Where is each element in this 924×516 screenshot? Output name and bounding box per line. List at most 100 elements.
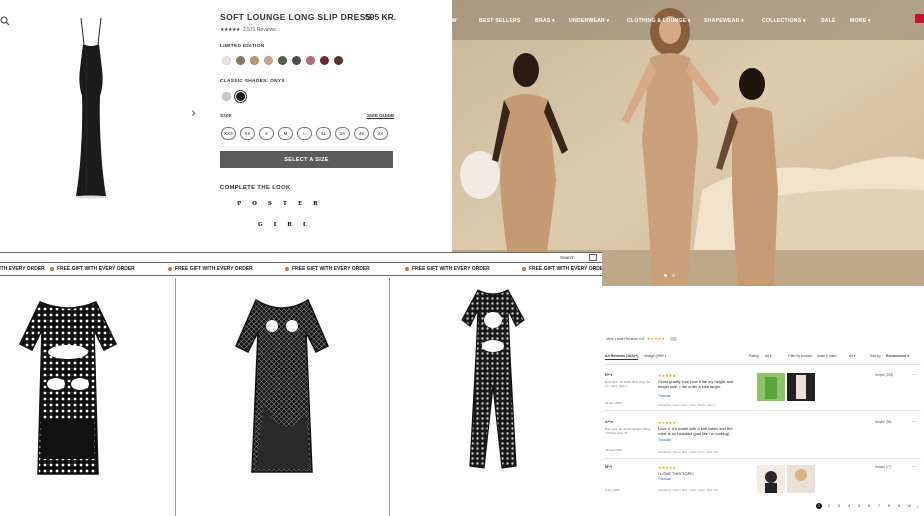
color-swatch[interactable] — [234, 90, 247, 103]
filter-product-select[interactable]: loose ▾ rated — [817, 354, 836, 358]
nav-item[interactable]: NEW — [452, 18, 457, 24]
complete-the-look-heading: COMPLETE THE LOOK — [220, 185, 291, 191]
more-options-icon[interactable]: ··· — [912, 372, 917, 378]
review-photo-thumbnail[interactable] — [787, 373, 815, 401]
helpful-button[interactable]: Helpful (56) — [875, 420, 891, 424]
select-size-button[interactable]: SELECT A SIZE — [220, 151, 393, 168]
promo-text: FREE GIFT WITH EVERY ORDER — [529, 266, 602, 272]
tab-image-reviews[interactable]: Image (999+) — [644, 354, 665, 360]
size-option[interactable]: XL — [316, 127, 331, 140]
hero-banner: NEW BEST SELLERS BRAS ▾ UNDERWEAR ▾ CLOTHING… — [452, 0, 924, 286]
product-card-image-lace-mini-dress[interactable] — [18, 294, 118, 476]
nav-item[interactable]: MORE ▾ — [850, 18, 871, 24]
review-photo-thumbnail[interactable] — [787, 465, 815, 493]
header-stars-icon: ★★★★★ — [646, 336, 665, 341]
nav-item[interactable]: SALE — [821, 18, 836, 24]
review-item: M**l 4 Jun 2022 ★★★★★ I LOVE THIS TOP!!!… — [605, 464, 923, 508]
page-number[interactable]: 7 — [876, 504, 882, 508]
color-swatch[interactable] — [306, 56, 315, 65]
color-swatch[interactable] — [334, 56, 343, 65]
local-reviews-toggle[interactable] — [669, 336, 677, 341]
page-number[interactable]: 4 — [846, 504, 852, 508]
color-swatch[interactable] — [250, 56, 259, 65]
product-detail-panel: › SOFT LOUNGE LONG SLIP DRESS 595 KR. ★★… — [0, 0, 452, 252]
more-options-icon[interactable]: ··· — [912, 464, 917, 470]
nav-item[interactable]: UNDERWEAR ▾ — [569, 18, 609, 24]
size-option[interactable]: 2X — [335, 127, 350, 140]
review-body-meta: Bust Size: 32 34DD 85 E Hips: 40 cm / 90… — [605, 380, 651, 389]
page-number[interactable]: 2 — [826, 504, 832, 508]
size-option[interactable]: M — [278, 127, 293, 140]
sort-select[interactable]: Recommend ▾ — [886, 354, 909, 358]
next-page-chevron-icon[interactable]: › — [917, 504, 918, 509]
brand-logo-line-1: POSTER — [237, 201, 329, 207]
brand-logo-line-2: GIRL — [258, 222, 318, 228]
product-card-image-net-dress[interactable] — [234, 294, 330, 476]
helpful-button[interactable]: Helpful (233) — [875, 373, 893, 377]
next-image-chevron-icon[interactable]: › — [191, 106, 196, 121]
review-photo-thumbnail[interactable] — [757, 465, 785, 493]
size-option[interactable]: S — [259, 127, 274, 140]
color-swatch[interactable] — [222, 56, 231, 65]
product-card-image-catsuit[interactable] — [460, 286, 526, 476]
carousel-dot-1[interactable] — [664, 274, 667, 277]
size-option[interactable]: XXS — [221, 127, 236, 140]
search-icon[interactable] — [0, 16, 10, 26]
color-swatch[interactable] — [292, 56, 301, 65]
review-fit-info: Overall Fit: True to Size · Color: Onyx … — [658, 450, 718, 454]
reviews-header: View Local Reviews 4.8 ★★★★★ — [606, 336, 677, 341]
catalog-search-label[interactable]: Search — [560, 255, 575, 260]
page-number[interactable]: 1 — [816, 503, 822, 509]
page-number[interactable]: 8 — [886, 504, 892, 508]
country-flag-icon[interactable] — [915, 14, 924, 23]
tab-all-reviews[interactable]: All Reviews (1022+) — [605, 354, 639, 360]
card-divider — [175, 278, 176, 516]
review-username: A**s — [605, 420, 613, 424]
page-number[interactable]: 6 — [866, 504, 872, 508]
page-number[interactable]: 9 — [896, 504, 902, 508]
size-guide-link[interactable]: SIZE GUIDE — [367, 114, 394, 119]
rating-stars-icon: ★★★★★ — [220, 27, 240, 33]
promo-text: FREE GIFT WITH EVERY ORDER — [292, 266, 370, 272]
review-body-meta: Bust size: 32 34 DD Weight: 88 kg / 150 … — [605, 427, 651, 436]
review-date: 24 Aug 2022 — [605, 448, 622, 452]
translate-link[interactable]: Translate — [658, 477, 671, 481]
size-option[interactable]: XS — [240, 127, 255, 140]
carousel-dot-2[interactable] — [672, 274, 675, 277]
size-option[interactable]: L — [297, 127, 312, 140]
nav-item[interactable]: COLLECTIONS ▾ — [762, 18, 806, 24]
helpful-button[interactable]: Helpful (77) — [875, 465, 891, 469]
translate-link[interactable]: Translate — [658, 394, 671, 398]
more-options-icon[interactable]: ··· — [912, 419, 917, 425]
review-count[interactable]: 2,571 Reviews — [243, 27, 276, 33]
page-number[interactable]: 5 — [856, 504, 862, 508]
color-swatch[interactable] — [278, 56, 287, 65]
color-swatch[interactable] — [320, 56, 329, 65]
color-swatch[interactable] — [236, 56, 245, 65]
catalog-search-icon[interactable] — [589, 254, 597, 261]
review-username: R**l — [605, 373, 612, 377]
nav-item[interactable]: SHAPEWEAR ▾ — [704, 18, 744, 24]
product-rating[interactable]: ★★★★★ 2,571 Reviews — [220, 27, 276, 33]
divider — [605, 410, 921, 411]
filter-product-label: Filter by product — [788, 354, 813, 358]
nav-item[interactable]: BRAS ▾ — [535, 18, 555, 24]
filter-all-select[interactable]: All ▾ — [849, 354, 855, 358]
review-date: 18 Nov 2022 — [605, 401, 623, 405]
review-photo-thumbnail[interactable] — [757, 373, 785, 401]
size-label: SIZE — [220, 114, 232, 119]
nav-item[interactable]: CLOTHING & LOUNGE ▾ — [627, 18, 691, 24]
size-option[interactable]: 4X — [373, 127, 388, 140]
size-option[interactable]: 3X — [354, 127, 369, 140]
page-number[interactable]: 3 — [836, 504, 842, 508]
page-number[interactable]: 10 — [906, 504, 912, 508]
promo-message: FREE GIFT WITH EVERY ORDER — [285, 266, 370, 272]
nav-item[interactable]: BEST SELLERS — [479, 18, 521, 24]
promo-text: FREE GIFT WITH EVERY ORDER — [175, 266, 253, 272]
color-swatch[interactable] — [222, 92, 231, 101]
translate-link[interactable]: Translate — [658, 438, 671, 442]
pagination: 1 2 3 4 5 6 7 8 9 10 › — [816, 503, 918, 509]
color-swatch[interactable] — [264, 56, 273, 65]
review-stars-icon: ★★★★★ — [658, 373, 676, 378]
filter-rating-select[interactable]: All ▾ — [765, 354, 771, 358]
